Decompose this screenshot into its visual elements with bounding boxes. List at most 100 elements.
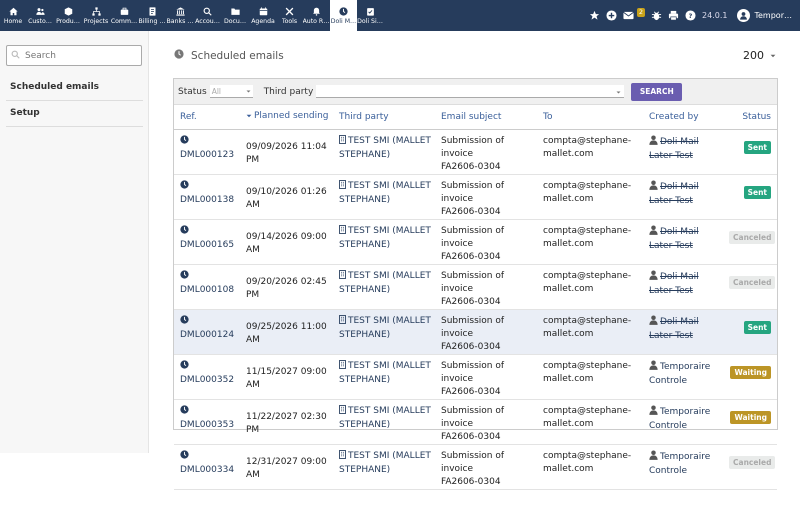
status-badge: Waiting [730,410,771,424]
menu-item-search-dollar[interactable]: Accou… [194,0,221,31]
cell-status: Waiting [723,399,777,445]
cell-third-party[interactable]: TEST SMI (MALLET STEPHANE) [333,354,435,400]
cell-created-by[interactable]: Doli Mail Later Test [643,219,723,265]
search-button[interactable]: SEARCH [631,82,683,101]
cell-created-by[interactable]: Temporaire Controle [643,444,723,490]
cell-created-by[interactable]: Doli Mail Later Test [643,174,723,220]
cell-planned-sending: 12/31/2027 09:00 AM [240,444,333,490]
cell-created-by[interactable]: Temporaire Controle [643,354,723,400]
menu-item-sitemap[interactable]: Projects [82,0,110,31]
ref-link[interactable]: DML000334 [180,464,240,477]
user-menu[interactable]: Tempor… [737,9,792,22]
sidebar-item-scheduled-emails[interactable]: Scheduled emails [0,82,149,92]
status-filter-select[interactable]: All [209,85,253,98]
column-header-created-by[interactable]: Created by [643,105,723,130]
cell-created-by[interactable]: Temporaire Controle [643,399,723,445]
creator-line1: Temporaire [660,451,711,462]
status-filter-label: Status [178,86,207,97]
thirdparty-filter-select[interactable] [316,85,625,98]
cell-created-by[interactable]: Doli Mail Later Test [643,129,723,175]
cell-third-party[interactable]: TEST SMI (MALLET STEPHANE) [333,399,435,445]
menu-item-folder[interactable]: Docu… [221,0,249,31]
clock-icon [180,224,189,239]
clock-icon [180,269,189,284]
cell-email-subject: Submission of invoice FA2606-0304 [435,264,537,310]
ref-link[interactable]: DML000108 [180,284,240,297]
search-icon [11,50,20,62]
menu-item-tools[interactable]: Tools [277,0,302,31]
building-icon [339,404,346,419]
column-header-to[interactable]: To [537,105,643,130]
menu-item-calendar[interactable]: Agenda [249,0,277,31]
sidebar-divider [6,126,143,127]
bug-icon[interactable] [651,10,662,21]
building-icon [339,224,346,239]
cell-ref: DML000123 [174,129,240,175]
column-header-status[interactable]: Status [723,105,777,130]
to-line1: compta@stephane- [543,180,632,191]
ref-link[interactable]: DML000123 [180,149,240,162]
column-header-email-subject[interactable]: Email subject [435,105,537,130]
third-party-line1: TEST SMI (MALLET [348,270,431,281]
version-label: 24.0.1 [702,11,728,20]
menu-item-label: Projects [83,17,109,25]
third-party-line1: TEST SMI (MALLET [348,225,431,236]
menu-item-users[interactable]: Custo… [26,0,54,31]
cell-third-party[interactable]: TEST SMI (MALLET STEPHANE) [333,129,435,175]
creator-line1: Doli Mail [660,316,699,327]
menu-item-bell[interactable]: Auto R… [302,0,330,31]
cell-to: compta@stephane-mallet.com [537,309,643,355]
cube-icon [64,6,73,16]
column-header-ref[interactable]: Ref. [174,105,240,130]
ref-link[interactable]: DML000353 [180,419,240,432]
invoice-icon [148,6,157,16]
column-header-planned-sending[interactable]: Planned sending [240,105,333,130]
cell-third-party[interactable]: TEST SMI (MALLET STEPHANE) [333,444,435,490]
menu-item-bank[interactable]: Banks … [166,0,194,31]
building-icon [339,314,346,329]
ref-link[interactable]: DML000138 [180,194,240,207]
sidebar-search-input[interactable] [25,50,135,61]
subject-line1: Submission of invoice [441,135,505,159]
sidebar-divider [6,100,143,101]
ref-link[interactable]: DML000352 [180,374,240,387]
to-line2: mallet.com [543,193,594,204]
limit-select[interactable]: 200 [743,49,776,62]
cell-third-party[interactable]: TEST SMI (MALLET STEPHANE) [333,309,435,355]
quick-add-icon[interactable] [606,10,617,21]
cell-third-party[interactable]: TEST SMI (MALLET STEPHANE) [333,264,435,310]
menu-item-suitcase[interactable]: Comm… [110,0,138,31]
sidebar-item-setup[interactable]: Setup [0,108,149,118]
bell-icon [312,7,321,16]
menu-item-clock[interactable]: Doli M… [330,0,357,31]
menu-item-label: Billing … [138,17,166,25]
sitemap-icon [91,6,101,16]
creator-line1: Doli Mail [660,271,699,282]
third-party-line2: STEPHANE) [339,419,391,430]
menu-item-home[interactable]: Home [0,0,26,31]
clipboard-icon [366,7,375,16]
cell-created-by[interactable]: Doli Mail Later Test [643,264,723,310]
cell-status: Sent [723,174,777,220]
column-header-label: Planned sending [254,111,329,122]
menu-item-invoice[interactable]: Billing … [138,0,166,31]
cell-created-by[interactable]: Doli Mail Later Test [643,309,723,355]
mail-icon[interactable] [623,10,634,21]
help-icon[interactable]: ? [685,10,696,21]
column-header-third-party[interactable]: Third party [333,105,435,130]
cell-third-party[interactable]: TEST SMI (MALLET STEPHANE) [333,174,435,220]
print-icon[interactable] [668,10,679,21]
ref-link[interactable]: DML000124 [180,329,240,342]
cell-to: compta@stephane-mallet.com [537,264,643,310]
to-line2: mallet.com [543,463,594,474]
table-row: DML000334 12/31/2027 09:00 AM TEST SMI (MA… [174,444,777,490]
menu-item-cube[interactable]: Produ… [54,0,82,31]
table-header-row: Ref. Planned sending Third party Email s… [174,105,777,130]
cell-third-party[interactable]: TEST SMI (MALLET STEPHANE) [333,219,435,265]
ref-link[interactable]: DML000165 [180,239,240,252]
table-row: DML000138 09/10/2026 01:26 AM TEST SMI (MA… [174,174,777,220]
calendar-icon [259,6,268,16]
menu-item-clipboard[interactable]: Doli Si… [357,0,383,31]
bookmark-star-icon[interactable] [589,10,600,21]
main-content: Scheduled emails 200 Status All Third pa… [149,31,800,514]
